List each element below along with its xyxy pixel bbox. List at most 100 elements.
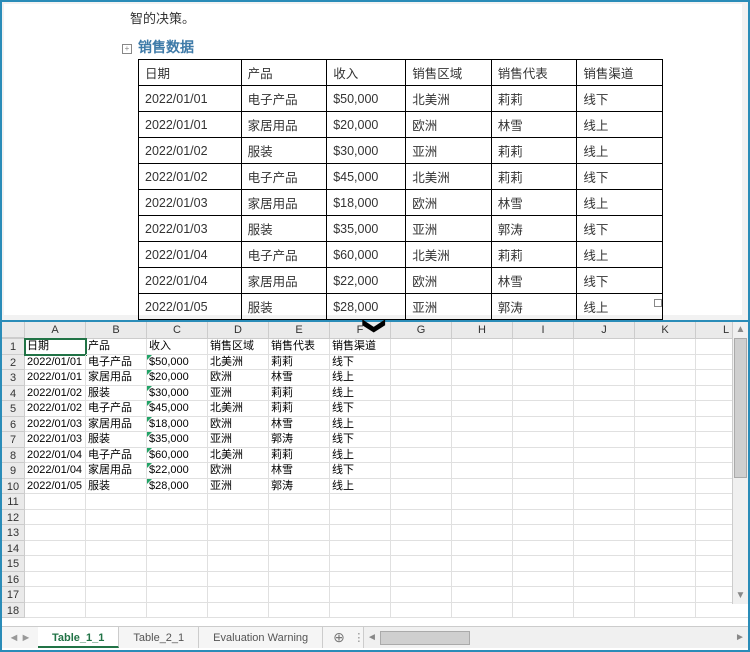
grid-cell[interactable]: 亚洲 (208, 386, 269, 402)
grid-cell[interactable] (86, 587, 147, 603)
column-header[interactable]: D (208, 322, 269, 338)
column-header[interactable]: J (574, 322, 635, 338)
tab-nav-right-icon[interactable]: ► (21, 632, 32, 644)
grid-cell[interactable] (635, 603, 696, 619)
grid-cell[interactable] (452, 541, 513, 557)
grid-cell[interactable]: 线下 (330, 355, 391, 371)
grid-cell[interactable]: 莉莉 (269, 401, 330, 417)
grid-cell[interactable] (513, 370, 574, 386)
grid-cell[interactable] (25, 541, 86, 557)
grid-cell[interactable]: 2022/01/05 (25, 479, 86, 495)
grid-cell[interactable] (513, 417, 574, 433)
grid-cell[interactable] (574, 525, 635, 541)
grid-cell[interactable] (513, 494, 574, 510)
column-header[interactable]: E (269, 322, 330, 338)
row-header[interactable]: 6 (2, 417, 25, 433)
grid-cell[interactable] (391, 448, 452, 464)
grid-cell[interactable] (208, 572, 269, 588)
grid-cell[interactable] (391, 572, 452, 588)
row-header[interactable]: 8 (2, 448, 25, 464)
grid-cell[interactable] (147, 494, 208, 510)
grid-cell[interactable] (574, 386, 635, 402)
grid-cell[interactable]: 线下 (330, 401, 391, 417)
grid-cell[interactable] (391, 556, 452, 572)
grid-cell[interactable] (391, 494, 452, 510)
grid-cell[interactable]: 电子产品 (86, 401, 147, 417)
grid-cell[interactable] (391, 587, 452, 603)
grid-cell[interactable] (635, 386, 696, 402)
grid-cell[interactable] (635, 541, 696, 557)
grid-cell[interactable]: 家居用品 (86, 417, 147, 433)
grid-cell[interactable]: 2022/01/02 (25, 401, 86, 417)
grid-cell[interactable]: 欧洲 (208, 370, 269, 386)
grid-cell[interactable] (86, 525, 147, 541)
row-header[interactable]: 3 (2, 370, 25, 386)
grid-cell[interactable]: 电子产品 (86, 355, 147, 371)
grid-cell[interactable] (574, 448, 635, 464)
grid-cell[interactable] (574, 479, 635, 495)
grid-cell[interactable] (147, 525, 208, 541)
grid-cell[interactable] (86, 510, 147, 526)
grid-cell[interactable] (86, 556, 147, 572)
grid-cell[interactable] (391, 432, 452, 448)
grid-cell[interactable] (147, 603, 208, 619)
grid-cell[interactable] (635, 556, 696, 572)
grid-cell[interactable] (452, 448, 513, 464)
grid-cell[interactable]: 莉莉 (269, 448, 330, 464)
grid-cell[interactable] (391, 463, 452, 479)
grid-cell[interactable] (391, 525, 452, 541)
grid-cell[interactable] (86, 494, 147, 510)
scroll-down-icon[interactable]: ▼ (733, 588, 748, 604)
row-header[interactable]: 12 (2, 510, 25, 526)
grid-cell[interactable] (25, 572, 86, 588)
row-header[interactable]: 14 (2, 541, 25, 557)
grid-cell[interactable] (452, 510, 513, 526)
grid-cell[interactable] (269, 494, 330, 510)
grid-cell[interactable]: 线下 (330, 432, 391, 448)
grid-cell[interactable] (635, 510, 696, 526)
grid-cell[interactable]: 2022/01/03 (25, 432, 86, 448)
column-header[interactable]: C (147, 322, 208, 338)
scroll-up-icon[interactable]: ▲ (733, 322, 748, 338)
outline-expander-icon[interactable]: + (122, 44, 132, 54)
grid-cell[interactable]: 线上 (330, 386, 391, 402)
grid-cell[interactable] (635, 401, 696, 417)
grid-cell[interactable] (330, 541, 391, 557)
grid-cell[interactable]: 2022/01/02 (25, 386, 86, 402)
grid-cell[interactable] (635, 417, 696, 433)
sheet-tab[interactable]: Evaluation Warning (199, 627, 323, 648)
grid-cell[interactable] (574, 494, 635, 510)
grid-cell[interactable]: 北美洲 (208, 448, 269, 464)
grid-cell[interactable]: 欧洲 (208, 417, 269, 433)
grid-cell[interactable] (269, 587, 330, 603)
grid-cell[interactable] (208, 494, 269, 510)
select-all-corner[interactable] (2, 322, 25, 338)
grid-cell[interactable]: 线上 (330, 417, 391, 433)
row-header[interactable]: 16 (2, 572, 25, 588)
grid-cell[interactable]: $30,000 (147, 386, 208, 402)
tab-nav-left-icon[interactable]: ◄ (9, 632, 20, 644)
grid-cell[interactable] (635, 448, 696, 464)
grid-cell[interactable] (330, 494, 391, 510)
grid-cell[interactable] (391, 479, 452, 495)
grid-cell[interactable] (391, 386, 452, 402)
grid-cell[interactable] (513, 386, 574, 402)
grid-cell[interactable]: 北美洲 (208, 355, 269, 371)
grid-cell[interactable]: 莉莉 (269, 386, 330, 402)
grid-cell[interactable] (208, 510, 269, 526)
grid-cell[interactable] (452, 432, 513, 448)
grid-cell[interactable] (391, 339, 452, 355)
grid-cell[interactable] (513, 401, 574, 417)
grid-cell[interactable]: $22,000 (147, 463, 208, 479)
horizontal-scroll-thumb[interactable] (380, 631, 470, 645)
grid-area[interactable]: ABCDEFGHIJKL 1日期产品收入销售区域销售代表销售渠道22022/01… (2, 322, 748, 626)
grid-cell[interactable] (513, 541, 574, 557)
grid-cell[interactable] (574, 463, 635, 479)
grid-cell[interactable] (330, 510, 391, 526)
grid-cell[interactable] (513, 463, 574, 479)
grid-cell[interactable] (574, 572, 635, 588)
add-sheet-button[interactable]: ⊕ (323, 627, 355, 648)
grid-cell[interactable]: $50,000 (147, 355, 208, 371)
grid-cell[interactable] (452, 401, 513, 417)
scroll-right-icon[interactable]: ► (732, 632, 748, 643)
